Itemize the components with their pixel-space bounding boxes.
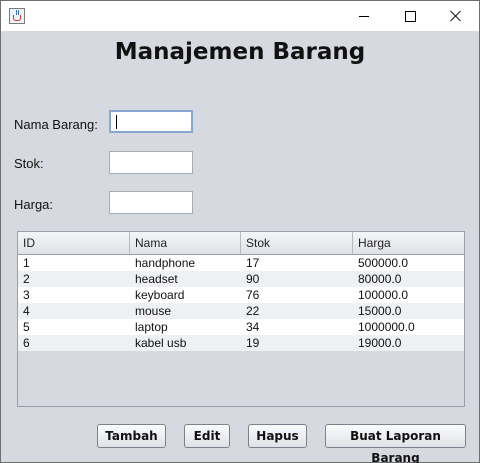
table-row[interactable]: 1 handphone 17 500000.0 bbox=[18, 255, 464, 271]
table-body: 1 handphone 17 500000.0 2 headset 90 800… bbox=[18, 255, 464, 351]
column-header-stok[interactable]: Stok bbox=[241, 232, 353, 254]
page-title: Manajemen Barang bbox=[114, 39, 366, 65]
column-header-nama[interactable]: Nama bbox=[130, 232, 241, 254]
cell-id: 6 bbox=[23, 336, 30, 350]
cell-id: 3 bbox=[23, 288, 30, 302]
cell-nama: kabel usb bbox=[135, 336, 187, 350]
cell-harga: 80000.0 bbox=[358, 272, 402, 286]
harga-label: Harga: bbox=[14, 197, 54, 212]
cell-nama: keyboard bbox=[135, 288, 185, 302]
cell-stok: 34 bbox=[246, 320, 260, 334]
tambah-button[interactable]: Tambah bbox=[97, 424, 166, 448]
barang-table[interactable]: ID Nama Stok Harga 1 handphone 17 500000… bbox=[17, 231, 465, 407]
cell-stok: 17 bbox=[246, 256, 260, 270]
hapus-button[interactable]: Hapus bbox=[248, 424, 307, 448]
maximize-icon bbox=[404, 10, 416, 22]
table-row[interactable]: 2 headset 90 80000.0 bbox=[18, 271, 464, 287]
cell-stok: 22 bbox=[246, 304, 260, 318]
stok-input[interactable] bbox=[109, 151, 193, 174]
cell-id: 4 bbox=[23, 304, 30, 318]
maximize-button[interactable] bbox=[387, 1, 433, 31]
app-window: Manajemen Barang Nama Barang: Stok: Harg… bbox=[0, 0, 480, 463]
nama-barang-label: Nama Barang: bbox=[14, 117, 98, 132]
java-icon bbox=[9, 8, 25, 24]
cell-harga: 19000.0 bbox=[358, 336, 402, 350]
cell-nama: handphone bbox=[135, 256, 196, 270]
cell-harga: 1000000.0 bbox=[358, 320, 415, 334]
harga-input[interactable] bbox=[109, 191, 193, 214]
column-header-id[interactable]: ID bbox=[18, 232, 130, 254]
table-row[interactable]: 5 laptop 34 1000000.0 bbox=[18, 319, 464, 335]
close-button[interactable] bbox=[433, 1, 479, 31]
edit-button[interactable]: Edit bbox=[184, 424, 230, 448]
cell-id: 1 bbox=[23, 256, 30, 270]
buat-laporan-button[interactable]: Buat Laporan Barang bbox=[325, 424, 466, 463]
cell-harga: 15000.0 bbox=[358, 304, 402, 318]
cell-stok: 90 bbox=[246, 272, 260, 286]
cell-id: 2 bbox=[23, 272, 30, 286]
table-row[interactable]: 4 mouse 22 15000.0 bbox=[18, 303, 464, 319]
cell-nama: laptop bbox=[135, 320, 168, 334]
minimize-icon bbox=[359, 15, 369, 17]
cell-harga: 100000.0 bbox=[358, 288, 409, 302]
cell-stok: 76 bbox=[246, 288, 260, 302]
cell-nama: mouse bbox=[135, 304, 172, 318]
cell-stok: 19 bbox=[246, 336, 260, 350]
table-row[interactable]: 6 kabel usb 19 19000.0 bbox=[18, 335, 464, 351]
close-icon bbox=[450, 10, 462, 22]
stok-label: Stok: bbox=[14, 156, 44, 171]
nama-barang-input[interactable] bbox=[109, 110, 193, 133]
table-header: ID Nama Stok Harga bbox=[18, 232, 464, 255]
table-row[interactable]: 3 keyboard 76 100000.0 bbox=[18, 287, 464, 303]
minimize-button[interactable] bbox=[341, 1, 387, 31]
column-header-harga[interactable]: Harga bbox=[353, 232, 464, 254]
text-caret bbox=[116, 115, 117, 129]
title-bar bbox=[1, 1, 479, 31]
cell-id: 5 bbox=[23, 320, 30, 334]
cell-nama: headset bbox=[135, 272, 178, 286]
cell-harga: 500000.0 bbox=[358, 256, 409, 270]
